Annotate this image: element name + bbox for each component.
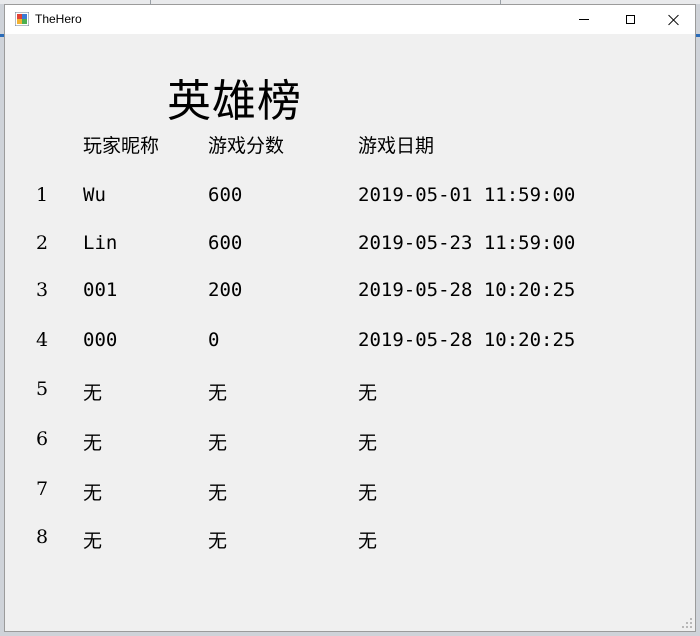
minimize-icon bbox=[579, 19, 589, 20]
row-rank: 3 bbox=[36, 279, 49, 301]
close-button[interactable] bbox=[651, 5, 697, 34]
row-rank: 5 bbox=[36, 378, 49, 400]
row-score: 200 bbox=[208, 279, 243, 301]
row-rank: 8 bbox=[36, 526, 49, 548]
row-score: 无 bbox=[208, 382, 228, 404]
row-rank: 4 bbox=[36, 329, 49, 351]
row-rank: 1 bbox=[36, 184, 49, 206]
minimize-button[interactable] bbox=[561, 5, 607, 34]
row-player-name: 无 bbox=[83, 482, 103, 504]
leaderboard-title: 英雄榜 bbox=[167, 76, 302, 127]
row-player-name: Lin bbox=[83, 232, 118, 254]
row-date: 2019-05-28 10:20:25 bbox=[358, 329, 576, 351]
row-date: 无 bbox=[358, 530, 378, 552]
row-date: 2019-05-23 11:59:00 bbox=[358, 232, 576, 254]
row-player-name: 无 bbox=[83, 530, 103, 552]
row-score: 无 bbox=[208, 482, 228, 504]
row-rank: 6 bbox=[36, 428, 49, 450]
column-header-date: 游戏日期 bbox=[358, 135, 435, 157]
row-date: 无 bbox=[358, 482, 378, 504]
resize-grip[interactable] bbox=[682, 618, 692, 628]
row-player-name: 001 bbox=[83, 279, 118, 301]
row-player-name: 无 bbox=[83, 432, 103, 454]
row-rank: 2 bbox=[36, 232, 49, 254]
window-title: TheHero bbox=[35, 12, 82, 26]
row-player-name: 无 bbox=[83, 382, 103, 404]
row-score: 无 bbox=[208, 530, 228, 552]
close-icon bbox=[668, 14, 680, 26]
row-score: 600 bbox=[208, 232, 243, 254]
row-date: 无 bbox=[358, 432, 378, 454]
row-date: 2019-05-01 11:59:00 bbox=[358, 184, 576, 206]
app-icon bbox=[15, 12, 29, 26]
maximize-icon bbox=[625, 15, 635, 24]
row-score: 600 bbox=[208, 184, 243, 206]
maximize-button[interactable] bbox=[607, 5, 653, 34]
row-date: 2019-05-28 10:20:25 bbox=[358, 279, 576, 301]
row-rank: 7 bbox=[36, 478, 49, 500]
app-window: TheHero 英雄榜 玩家昵称 游戏分数 游戏日期 1 Wu 600 2019… bbox=[4, 4, 696, 632]
row-player-name: Wu bbox=[83, 184, 106, 206]
title-bar[interactable]: TheHero bbox=[5, 5, 695, 34]
row-score: 0 bbox=[208, 329, 220, 351]
row-score: 无 bbox=[208, 432, 228, 454]
column-header-score: 游戏分数 bbox=[208, 135, 285, 157]
row-player-name: 000 bbox=[83, 329, 118, 351]
column-header-name: 玩家昵称 bbox=[83, 135, 160, 157]
row-date: 无 bbox=[358, 382, 378, 404]
